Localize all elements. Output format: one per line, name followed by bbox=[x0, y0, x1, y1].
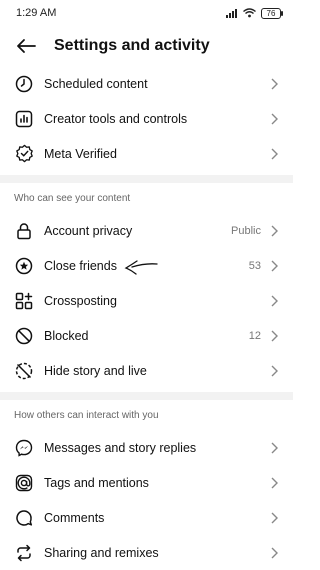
page-title: Settings and activity bbox=[54, 37, 210, 54]
page-header: Settings and activity bbox=[0, 26, 293, 66]
signal-icon bbox=[226, 8, 237, 18]
comment-icon bbox=[14, 508, 34, 528]
row-label: Crossposting bbox=[44, 293, 117, 308]
chevron-right-icon bbox=[269, 77, 279, 91]
row-scheduled-content[interactable]: Scheduled content bbox=[0, 66, 293, 101]
row-label: Hide story and live bbox=[44, 363, 147, 378]
row-meta-verified[interactable]: Meta Verified bbox=[0, 136, 293, 171]
grid-plus-icon bbox=[14, 291, 34, 311]
section-divider bbox=[0, 175, 293, 183]
chevron-right-icon bbox=[269, 364, 279, 378]
bar-chart-icon bbox=[14, 109, 34, 129]
section-divider bbox=[0, 392, 293, 400]
row-close-friends[interactable]: Close friends 53 bbox=[0, 248, 293, 283]
row-label: Blocked bbox=[44, 328, 89, 343]
chevron-right-icon bbox=[269, 112, 279, 126]
back-button[interactable] bbox=[12, 32, 40, 60]
wifi-icon bbox=[243, 8, 256, 18]
row-sharing-remixes[interactable]: Sharing and remixes bbox=[0, 535, 293, 570]
chevron-right-icon bbox=[269, 329, 279, 343]
chevron-right-icon bbox=[269, 294, 279, 308]
row-hide-story[interactable]: Hide story and live bbox=[0, 353, 293, 388]
row-blocked[interactable]: Blocked 12 bbox=[0, 318, 293, 353]
repost-icon bbox=[14, 543, 34, 563]
verified-badge-icon bbox=[14, 144, 34, 164]
chevron-right-icon bbox=[269, 147, 279, 161]
chevron-right-icon bbox=[269, 224, 279, 238]
row-messages-replies[interactable]: Messages and story replies bbox=[0, 430, 293, 465]
row-label: Creator tools and controls bbox=[44, 111, 188, 126]
row-label: Scheduled content bbox=[44, 76, 148, 91]
row-label: Messages and story replies bbox=[44, 440, 197, 455]
blocked-count: 12 bbox=[248, 329, 261, 342]
row-label: Close friends bbox=[44, 258, 117, 273]
chevron-right-icon bbox=[269, 441, 279, 455]
section-header: How others can interact with you bbox=[14, 410, 159, 421]
row-label: Comments bbox=[44, 510, 105, 525]
status-time: 1:29 AM bbox=[16, 7, 57, 19]
status-icons: 76 bbox=[226, 7, 283, 19]
row-crossposting[interactable]: Crossposting bbox=[0, 283, 293, 318]
row-label: Account privacy bbox=[44, 223, 133, 238]
battery-indicator: 76 bbox=[261, 7, 283, 19]
messenger-icon bbox=[14, 438, 34, 458]
star-circle-icon bbox=[14, 256, 34, 276]
back-arrow-icon bbox=[17, 39, 36, 53]
row-label: Tags and mentions bbox=[44, 475, 149, 490]
row-creator-tools[interactable]: Creator tools and controls bbox=[0, 101, 293, 136]
chevron-right-icon bbox=[269, 476, 279, 490]
hand-drawn-arrow-icon bbox=[123, 257, 249, 275]
chevron-right-icon bbox=[269, 546, 279, 560]
row-label: Meta Verified bbox=[44, 146, 117, 161]
at-sign-icon bbox=[14, 473, 34, 493]
close-friends-count: 53 bbox=[248, 259, 261, 272]
lock-icon bbox=[14, 221, 34, 241]
chevron-right-icon bbox=[269, 511, 279, 525]
row-label: Sharing and remixes bbox=[44, 545, 159, 560]
row-comments[interactable]: Comments bbox=[0, 500, 293, 535]
row-account-privacy[interactable]: Account privacy Public bbox=[0, 213, 293, 248]
section-header: Who can see your content bbox=[14, 193, 131, 204]
clock-icon bbox=[14, 74, 34, 94]
chevron-right-icon bbox=[269, 259, 279, 273]
status-bar: 1:29 AM 76 bbox=[0, 0, 293, 26]
privacy-value: Public bbox=[231, 224, 261, 237]
blocked-icon bbox=[14, 326, 34, 346]
row-tags-mentions[interactable]: Tags and mentions bbox=[0, 465, 293, 500]
hide-story-icon bbox=[14, 361, 34, 381]
